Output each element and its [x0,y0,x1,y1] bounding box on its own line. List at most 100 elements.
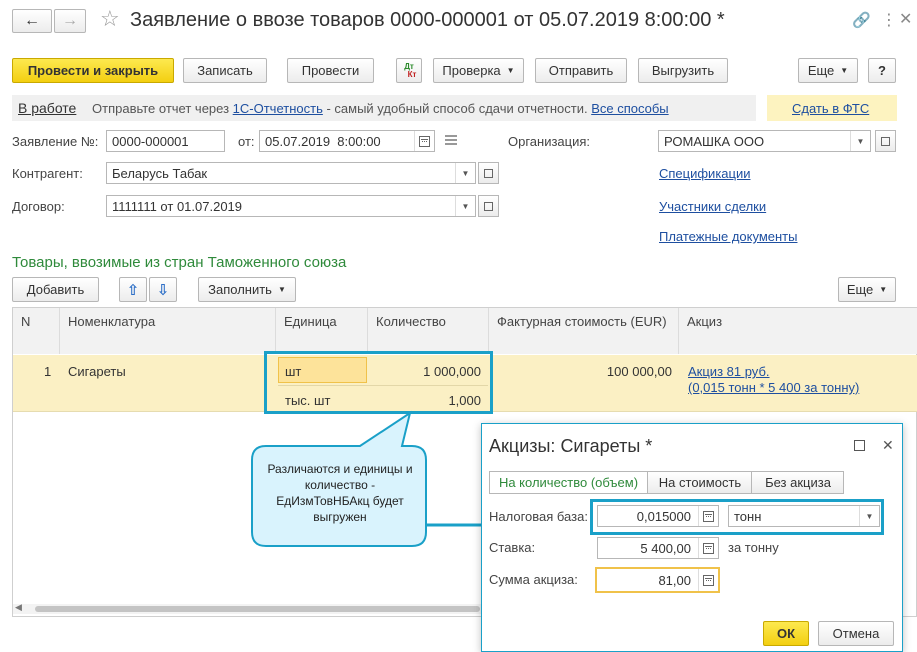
excise-sum-field[interactable]: 81,00 [595,567,720,593]
counterparty-value: Беларусь Табак [112,165,208,181]
status-text-middle: - самый удобный способ сдачи отчетности. [322,101,592,116]
open-counterparty-button[interactable] [478,162,499,184]
chevron-down-icon[interactable]: ▼ [455,196,475,216]
rate-field[interactable]: 5 400,00 [597,537,719,559]
goods-more-button[interactable]: Еще ▼ [838,277,896,302]
counterparty-label: Контрагент: [12,166,83,181]
check-dropdown-button[interactable]: Проверка ▼ [433,58,524,83]
dialog-title: Акцизы: Сигареты * [489,436,653,456]
forward-button[interactable]: → [54,9,86,33]
status-link[interactable]: В работе [18,100,76,116]
contract-field[interactable]: 1111111 от 01.07.2019 ▼ [106,195,476,217]
arrow-left-icon: ← [24,12,40,29]
check-label: Проверка [442,63,501,78]
counterparty-field[interactable]: Беларусь Табак ▼ [106,162,476,184]
number-field[interactable]: 0000-000001 [106,130,225,152]
open-contract-button[interactable] [478,195,499,217]
chevron-down-icon: ▼ [840,66,849,75]
number-label: Заявление №: [12,134,99,149]
open-icon [484,168,493,178]
organization-value: РОМАШКА ООО [664,133,765,149]
back-button[interactable]: ← [12,9,52,33]
tab-no-excise[interactable]: Без акциза [753,472,843,493]
submit-to-fts-link[interactable]: Сдать в ФТС [792,101,869,116]
calendar-button[interactable] [414,131,434,151]
scrollbar-thumb[interactable] [35,606,480,612]
window-title: Заявление о ввозе товаров 0000-000001 от… [130,9,725,31]
calendar-icon [419,135,430,147]
open-icon [881,136,890,146]
arrow-down-icon: ⇩ [156,281,170,299]
excise-sum-value: 81,00 [658,572,691,588]
arrow-right-icon: → [62,12,78,29]
chevron-down-icon: ▼ [506,66,515,75]
scroll-left-icon[interactable]: ◀ [15,602,22,613]
section-title: Товары, ввозимые из стран Таможенного со… [12,254,347,271]
contract-label: Договор: [12,199,65,214]
callout-text: Различаются и единицы и количество - ЕдИ… [267,462,413,524]
dialog-close-icon[interactable]: ✕ [882,437,894,454]
specifications-link[interactable]: Спецификации [659,166,751,181]
open-organization-button[interactable] [875,130,896,152]
add-button[interactable]: Добавить [12,277,99,302]
column-header-n[interactable]: N [13,308,60,354]
calculator-icon [703,542,714,554]
calculator-icon [703,574,714,586]
goods-more-label: Еще [846,282,874,297]
favorite-star-icon[interactable]: ☆ [100,6,120,32]
maximize-icon[interactable] [854,440,865,451]
more-vertical-icon[interactable]: ⋮ [881,10,897,30]
row-excise-detail-link[interactable]: (0,015 тонн * 5 400 за тонну) [688,380,859,395]
help-button[interactable]: ? [868,58,896,83]
payment-docs-link[interactable]: Платежные документы [659,229,797,244]
rate-value: 5 400,00 [640,540,691,556]
calculator-button[interactable] [698,538,718,558]
date-field[interactable]: 05.07.2019 8:00:00 [259,130,435,152]
close-icon[interactable]: ✕ [899,9,912,29]
dtkt-button[interactable]: Дт Кт [396,58,422,83]
status-text-before: Отправьте отчет через [92,101,233,116]
column-header-cost[interactable]: Фактурная стоимость (EUR) [489,308,679,354]
column-header-excise[interactable]: Акциз [679,308,917,354]
column-header-item[interactable]: Номенклатура [60,308,276,354]
cancel-button[interactable]: Отмена [818,621,894,646]
link-all-ways[interactable]: Все способы [591,101,668,116]
rate-label: Ставка: [489,540,536,555]
organization-field[interactable]: РОМАШКА ООО ▼ [658,130,871,152]
send-button[interactable]: Отправить [535,58,627,83]
post-and-close-button[interactable]: Провести и закрыть [12,58,174,83]
chevron-down-icon: ▼ [879,285,888,294]
move-down-button[interactable]: ⇩ [149,277,177,302]
contract-value: 1111111 от 01.07.2019 [112,198,243,214]
column-header-quantity[interactable]: Количество [368,308,489,354]
arrow-up-icon: ⇧ [126,281,140,299]
link-icon[interactable]: 🔗 [852,11,871,29]
move-up-button[interactable]: ⇧ [119,277,147,302]
row-excise-link[interactable]: Акциз 81 руб. [688,364,770,379]
dtkt-bottom-label: Кт [407,69,417,79]
more-button[interactable]: Еще ▼ [798,58,858,83]
fill-label: Заполнить [208,282,272,297]
organization-label: Организация: [508,134,591,149]
chevron-down-icon: ▼ [277,285,286,294]
participants-link[interactable]: Участники сделки [659,199,766,214]
tab-cost[interactable]: На стоимость [649,472,752,493]
ok-button[interactable]: ОК [763,621,809,646]
chevron-down-icon[interactable]: ▼ [455,163,475,183]
list-icon[interactable] [445,135,457,145]
save-button[interactable]: Записать [183,58,267,83]
calculator-button[interactable] [698,569,718,591]
fill-dropdown-button[interactable]: Заполнить ▼ [198,277,296,302]
row-cost: 100 000,00 [606,364,672,379]
tab-quantity[interactable]: На количество (объем) [490,472,648,493]
chevron-down-icon[interactable]: ▼ [850,131,870,151]
post-button[interactable]: Провести [287,58,374,83]
date-value: 05.07.2019 8:00:00 [265,133,381,149]
column-header-unit[interactable]: Единица [276,308,368,354]
tax-base-label: Налоговая база: [489,509,588,524]
link-1c-reporting[interactable]: 1С-Отчетность [233,101,323,116]
status-message: Отправьте отчет через 1С-Отчетность - са… [92,101,669,116]
more-label: Еще [807,63,835,78]
row-item: Сигареты [68,364,126,379]
unload-button[interactable]: Выгрузить [638,58,728,83]
